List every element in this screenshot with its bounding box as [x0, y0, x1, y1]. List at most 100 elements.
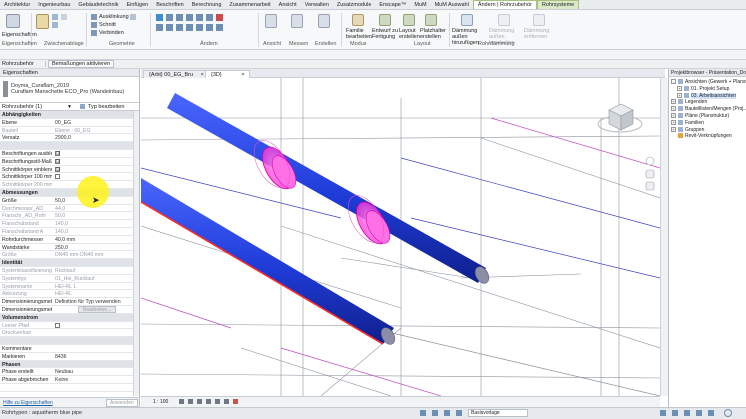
cope-icon[interactable] [91, 14, 97, 20]
property-row[interactable]: Bauteil Ebene : 00_EG [0, 127, 139, 135]
property-value[interactable]: 2900,0 [55, 135, 129, 141]
copy-element-icon[interactable] [166, 24, 173, 31]
browser-node[interactable]: + Legenden [669, 99, 746, 106]
layout-button[interactable]: Layout erstellen [399, 28, 421, 40]
active-workset-select[interactable]: Basisvorlage [468, 409, 528, 417]
browser-node[interactable]: + Bauteillisten/Mengen (Proj... [669, 106, 746, 113]
ribbon-tab[interactable]: MuM [410, 1, 430, 9]
edit-type-icon[interactable] [80, 104, 85, 109]
property-row[interactable]: Beschriftungen ausblenden☑ [0, 150, 139, 158]
property-value[interactable]: 140,0 [55, 221, 129, 227]
filter-dropdown-icon[interactable]: ▼ [67, 104, 72, 110]
browser-node[interactable]: +03. Arbeitsansichten [669, 92, 746, 100]
property-section-header[interactable] [0, 142, 139, 150]
browser-node[interactable]: +01. Projekt Setup [669, 85, 746, 93]
editable-only-icon[interactable] [444, 410, 450, 416]
3d-viewport[interactable] [141, 78, 660, 396]
trim-icon[interactable] [186, 24, 193, 31]
property-value[interactable]: Ebene : 00_EG [55, 128, 129, 134]
cope-button[interactable]: Ausklinkung [99, 14, 129, 20]
property-checkbox[interactable] [55, 322, 60, 328]
property-value[interactable]: 00_EG [55, 120, 129, 126]
property-section-header[interactable]: Volumenstrom [0, 313, 139, 322]
property-value[interactable]: HEI-RL 1 [55, 284, 129, 290]
browser-node[interactable]: - Ansichten (Gewerk + Planst... [669, 79, 746, 86]
join-button[interactable]: Verbinden [99, 30, 124, 36]
split-gap-icon[interactable] [206, 14, 213, 21]
edit-property-button[interactable]: Bearbeiten... [78, 305, 117, 313]
detail-level-icon[interactable] [179, 399, 184, 404]
property-row[interactable]: Flanschabstand A 140,0 [0, 228, 139, 236]
property-value[interactable]: Neubau [55, 369, 129, 375]
join-icon[interactable] [91, 30, 97, 36]
properties-help-link[interactable]: Hilfe zu Eigenschaften [3, 400, 53, 406]
ribbon-tab[interactable]: Ingenieurbau [34, 1, 74, 9]
paste-icon[interactable] [36, 14, 49, 29]
ribbon-tab[interactable]: Rohrsysteme [536, 0, 580, 9]
property-row[interactable]: Phase abgebrochen Keine [0, 376, 139, 384]
ribbon-tab[interactable]: Ansicht [275, 1, 301, 9]
property-section-header[interactable]: Identität [0, 259, 139, 267]
copy-icon[interactable] [52, 22, 58, 28]
property-checkbox[interactable]: ☑ [55, 150, 60, 156]
property-row[interactable] [0, 384, 139, 392]
property-row[interactable]: Rohrdurchmesser 40,0 mm [0, 236, 139, 244]
property-value[interactable]: DN40 mm-DN40 mm [55, 252, 129, 258]
ribbon-tab[interactable]: Gebäudetechnik [74, 1, 122, 9]
layout-icon[interactable] [403, 14, 415, 26]
pin-icon[interactable] [216, 24, 223, 31]
ribbon-tab[interactable]: Zusammenarbeit [225, 1, 274, 9]
element-filter[interactable]: Rohrzubehör (1) ▼ Typ bearbeiten [0, 103, 139, 111]
select-pinned-icon[interactable] [684, 410, 690, 416]
ribbon-tab[interactable]: Zusatzmodule [333, 1, 376, 9]
property-row[interactable]: Druckverlust [0, 329, 139, 338]
worksets-icon[interactable] [420, 410, 426, 416]
tab-floor-plan[interactable]: {Arbt} 00_EG_Bru × [143, 70, 210, 78]
temporary-hide-icon[interactable] [224, 399, 229, 404]
sun-path-icon[interactable] [197, 399, 202, 404]
browser-node[interactable]: Revit-Verknüpfungen [669, 133, 746, 140]
expand-icon[interactable]: + [671, 126, 676, 132]
property-section-header[interactable]: Phasen [0, 360, 139, 369]
exclude-options-icon[interactable] [456, 410, 462, 416]
placeholder-button[interactable]: Platzhalter erstellen [420, 28, 448, 40]
select-by-face-icon[interactable] [696, 410, 702, 416]
move-icon[interactable] [156, 24, 163, 31]
property-value[interactable]: 140,0 [55, 229, 129, 235]
property-row[interactable]: Wandstärke 250,0 [0, 244, 139, 252]
property-row[interactable]: Dimensionierungsmethode für Druc... Bearb… [0, 305, 139, 314]
expand-icon[interactable]: + [671, 112, 676, 118]
property-row[interactable]: Systemklassifizierung Rücklauf [0, 267, 139, 275]
property-row[interactable]: Abkürzung HEI-RL [0, 290, 139, 299]
browser-node[interactable]: + Pläne (Planstruktur) [669, 112, 746, 120]
select-links-icon[interactable] [660, 410, 666, 416]
properties-scrollbar[interactable] [133, 111, 139, 396]
create-icon[interactable] [318, 14, 330, 28]
property-value[interactable]: 01_Hei_Rücklauf [55, 276, 129, 282]
property-value[interactable]: HEI-RL [55, 291, 129, 297]
mirror-draw-icon[interactable] [186, 14, 193, 21]
navigation-bar[interactable] [645, 156, 655, 191]
type-selector[interactable]: Doyma_Curaflam_2019 Curaflam Manschette … [0, 77, 139, 103]
ribbon-tab[interactable]: Architektur [0, 1, 34, 9]
expand-icon[interactable]: + [671, 119, 676, 125]
property-row[interactable]: Dimensionierungsmethode für Druc...Defin… [0, 298, 139, 306]
property-row[interactable]: Kommentare [0, 345, 139, 353]
property-row[interactable]: Flanschr_AD_Rohr 50,0 [0, 212, 139, 221]
offset-icon[interactable] [166, 14, 173, 21]
drag-elements-icon[interactable] [708, 410, 714, 416]
view-icon[interactable] [265, 14, 277, 28]
ribbon-tab[interactable]: Enscape™ [375, 1, 410, 9]
delete-icon[interactable] [216, 14, 223, 21]
property-value[interactable]: Keine [55, 377, 129, 383]
ribbon-tab[interactable]: Einfügen [122, 1, 152, 9]
geometry-extra-icon[interactable] [130, 14, 136, 20]
property-section-header[interactable]: Abhängigkeiten [0, 111, 139, 119]
rotate-icon[interactable] [176, 24, 183, 31]
cut-geometry-button[interactable]: Schnitt [99, 22, 116, 28]
viewport-scrollbar[interactable] [660, 78, 668, 396]
ribbon-tab[interactable]: MuM Auswahl [431, 1, 473, 9]
cut-geometry-icon[interactable] [91, 22, 97, 28]
ribbon-tab[interactable]: Beschriften [152, 1, 188, 9]
property-row[interactable]: Größe 50,0 [0, 197, 139, 205]
